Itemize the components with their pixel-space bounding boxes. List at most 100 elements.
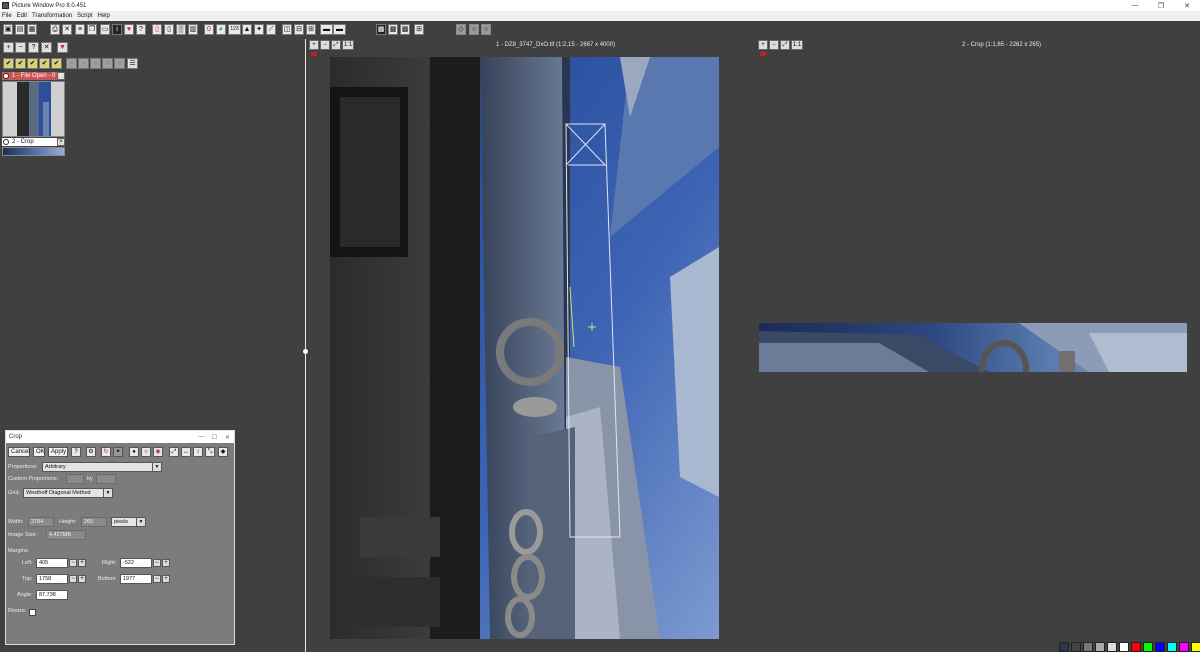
crop-rotate-icon[interactable]: ↻ [101, 447, 111, 457]
palette-swatch[interactable] [1071, 642, 1081, 652]
palette-swatch[interactable] [1107, 642, 1117, 652]
proportions-select[interactable]: Arbitrary ▼ [42, 462, 162, 472]
copy-icon[interactable]: ▭ [100, 24, 110, 35]
numbers-icon[interactable]: 123 [228, 24, 241, 35]
thumbnail-frame[interactable] [2, 81, 65, 137]
crop-close-icon[interactable]: ✕ [221, 434, 234, 441]
grid-icon[interactable]: ⊞ [414, 24, 424, 35]
palette-swatch[interactable] [1179, 642, 1189, 652]
tree-item-crop[interactable]: 2 - Crop × [2, 138, 65, 146]
split-view-icon[interactable]: ◫ [282, 24, 292, 35]
bottom-increase-button[interactable]: + [162, 575, 170, 583]
units-select[interactable]: pixels ▼ [111, 517, 146, 527]
brush-icon[interactable]: ⟋ [266, 24, 276, 35]
right-margin-input[interactable]: -522 [120, 558, 152, 568]
right-decrease-button[interactable]: − [153, 559, 161, 567]
view1-zoom-1to1[interactable]: 1:1 [342, 40, 354, 50]
duplicate-icon[interactable]: ❐ [87, 24, 97, 35]
crop-maximize-icon[interactable]: ☐ [208, 434, 221, 441]
top-increase-button[interactable]: + [78, 575, 86, 583]
horizontal-split-icon[interactable]: ⊟ [294, 24, 304, 35]
view2-fit-icon[interactable]: ⤢ [780, 40, 790, 50]
crop-circle-b-icon[interactable]: ○ [141, 447, 151, 457]
grid-select[interactable]: Westhoff Diagonal Method ▼ [23, 488, 113, 498]
open-file-icon[interactable]: ▤ [15, 24, 25, 35]
crop-height-icon[interactable]: ↕ [193, 447, 203, 457]
right-increase-button[interactable]: + [162, 559, 170, 567]
angle-input[interactable]: 87,738 [36, 590, 68, 600]
check-yellow-2-icon[interactable]: ✔ [15, 58, 26, 69]
tool-zero-icon[interactable]: 0 [204, 24, 214, 35]
ok-button[interactable]: OK [33, 447, 45, 457]
crop-circle-c-icon[interactable]: ◉ [153, 447, 163, 457]
view1-fit-icon[interactable]: ⤢ [331, 40, 341, 50]
palette-swatch[interactable] [1083, 642, 1093, 652]
crop-expand-icon[interactable]: ⤢ [169, 447, 179, 457]
tool-gradient-icon[interactable]: ▒ [176, 24, 186, 35]
menu-edit[interactable]: Edit [17, 13, 27, 19]
zoom-icon[interactable]: ⌕ [216, 24, 226, 35]
tree-item-close-icon[interactable]: × [57, 138, 65, 146]
tree-item-file-open[interactable]: 1 - File Open - 0 × [2, 72, 65, 80]
menu-transformation[interactable]: Transformation [32, 13, 72, 19]
minimize-button[interactable]: — [1122, 2, 1148, 10]
menu-help[interactable]: Help [97, 13, 109, 19]
palette-swatch[interactable] [1059, 642, 1069, 652]
resize-checkbox[interactable] [29, 609, 36, 616]
crop-minimize-icon[interactable]: — [195, 434, 208, 441]
properties-icon[interactable]: ☰ [127, 58, 138, 69]
menu-file[interactable]: File [2, 13, 12, 19]
bottom-margin-input[interactable]: 1977 [120, 574, 152, 584]
crop-fit-icon[interactable]: ⤡ [205, 447, 215, 457]
palette-swatch[interactable] [1167, 642, 1177, 652]
top-margin-input[interactable]: 1758 [36, 574, 68, 584]
maximize-button[interactable]: ❐ [1148, 2, 1174, 10]
close-image-icon[interactable]: ✕ [62, 24, 72, 35]
tool-frame-icon[interactable]: ▯ [152, 24, 162, 35]
palette-swatch[interactable] [1119, 642, 1129, 652]
checker-bg-icon[interactable]: ▩ [376, 24, 386, 35]
tool-panel-icon[interactable]: ▥ [188, 24, 198, 35]
palette-swatch[interactable] [1095, 642, 1105, 652]
check-yellow-5-icon[interactable]: ✔ [51, 58, 62, 69]
tree-item-close-icon[interactable]: × [57, 72, 65, 80]
palette-swatch[interactable] [1131, 642, 1141, 652]
save-icon[interactable]: ▦ [27, 24, 37, 35]
view2-zoom-1to1[interactable]: 1:1 [791, 40, 803, 50]
checker-light-icon[interactable]: ▩ [400, 24, 410, 35]
close-button[interactable]: ✕ [1174, 2, 1200, 10]
top-decrease-button[interactable]: − [69, 575, 77, 583]
check-yellow-icon[interactable]: ✔ [3, 58, 14, 69]
view1-zoom-out-icon[interactable]: − [320, 40, 330, 50]
layout-a-icon[interactable]: ▬ [320, 24, 333, 35]
view1-zoom-in-icon[interactable]: + [309, 40, 319, 50]
divider-handle[interactable] [303, 349, 308, 354]
panel-divider[interactable] [303, 39, 308, 652]
layout-b-icon[interactable]: ▬ [333, 24, 346, 35]
collapse-icon[interactable]: ✕ [41, 42, 52, 53]
question-icon[interactable]: ? [28, 42, 39, 53]
print-icon[interactable]: ⎙ [50, 24, 60, 35]
dropdown-icon[interactable]: ▼ [57, 42, 68, 53]
crop-circle-a-icon[interactable]: ● [129, 447, 139, 457]
favorite-icon[interactable]: ♥ [124, 24, 134, 35]
zoom-out-icon[interactable]: − [15, 42, 26, 53]
check-yellow-4-icon[interactable]: ✔ [39, 58, 50, 69]
left-increase-button[interactable]: + [78, 559, 86, 567]
tool-blank-icon[interactable]: ▯ [164, 24, 174, 35]
left-margin-input[interactable]: 405 [36, 558, 68, 568]
palette-swatch[interactable] [1191, 642, 1200, 652]
palette-swatch[interactable] [1155, 642, 1165, 652]
info-icon[interactable]: i [112, 24, 122, 35]
cropped-image-view[interactable] [759, 323, 1187, 372]
crop-settings-icon[interactable]: ⚙ [86, 447, 96, 457]
bottom-decrease-button[interactable]: − [153, 575, 161, 583]
crop-full-icon[interactable]: ◆ [218, 447, 228, 457]
view2-zoom-in-icon[interactable]: + [758, 40, 768, 50]
check-yellow-3-icon[interactable]: ✔ [27, 58, 38, 69]
settings-icon[interactable]: ✦ [254, 24, 264, 35]
palette-swatch[interactable] [1143, 642, 1153, 652]
crop-width-icon[interactable]: ↔ [181, 447, 191, 457]
source-image-view[interactable] [330, 57, 719, 639]
menu-script[interactable]: Script [77, 13, 92, 19]
